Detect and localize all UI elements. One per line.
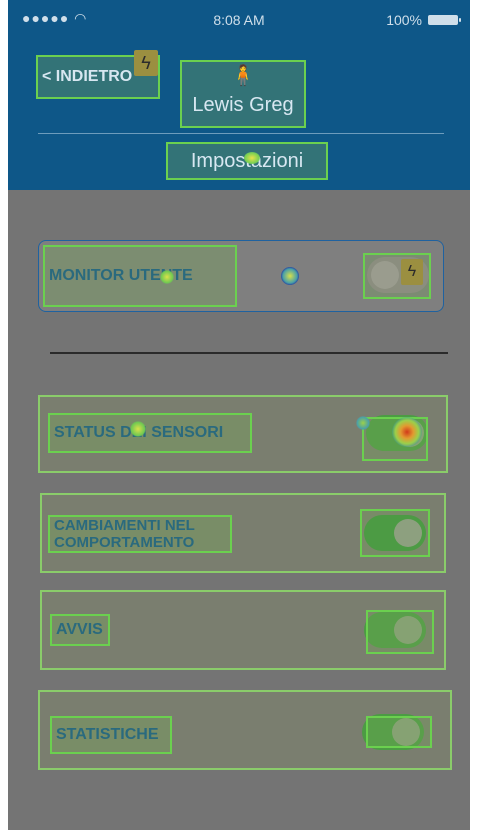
user-name: Lewis Greg — [192, 94, 294, 116]
attention-hotspot — [244, 152, 260, 164]
attention-hotspot — [356, 416, 370, 430]
back-button-label: < INDIETRO — [42, 68, 133, 85]
setting-label: AVVIS — [50, 614, 110, 646]
statistics-toggle-frame — [366, 716, 432, 748]
battery-icon — [428, 15, 461, 25]
setting-label: CAMBIAMENTI NEL COMPORTAMENTO — [48, 515, 232, 553]
attention-hotspot — [392, 417, 422, 447]
toggle-knob — [371, 261, 399, 289]
attention-hotspot — [130, 421, 146, 437]
monitor-card: MONITOR UTENTE ϟ — [38, 240, 444, 312]
setting-label: STATUS DEI SENSORI — [48, 413, 252, 453]
header-divider — [38, 133, 444, 134]
setting-label-text: AVVIS — [56, 621, 103, 638]
bolt-icon: ϟ — [401, 259, 423, 285]
setting-row-statistics: STATISTICHE — [38, 690, 452, 770]
setting-label-text: STATISTICHE — [56, 726, 159, 743]
alerts-toggle-frame — [366, 610, 434, 654]
section-divider — [50, 352, 448, 354]
setting-label-text: CAMBIAMENTI NEL COMPORTAMENTO — [54, 517, 195, 551]
attention-hotspot — [281, 267, 299, 285]
setting-row-behavior-changes: CAMBIAMENTI NEL COMPORTAMENTO — [40, 493, 446, 573]
user-profile[interactable]: 🧍 Lewis Greg — [180, 60, 306, 128]
app-screen: ●●●●● ◠ 8:08 AM 100% < INDIETRO ϟ 🧍 Lewi… — [8, 0, 470, 830]
toggle-knob — [394, 519, 422, 547]
user-icon: 🧍 — [230, 65, 256, 87]
setting-row-sensor-status: STATUS DEI SENSORI — [38, 395, 448, 473]
bolt-icon: ϟ — [134, 50, 158, 76]
battery-indicator: 100% — [386, 12, 461, 28]
attention-hotspot — [160, 270, 174, 284]
setting-row-alerts: AVVIS — [40, 590, 446, 670]
header-bar: ●●●●● ◠ 8:08 AM 100% < INDIETRO ϟ 🧍 Lewi… — [8, 0, 470, 190]
behavior-changes-toggle[interactable] — [364, 515, 426, 551]
monitor-label: MONITOR UTENTE — [43, 245, 237, 307]
setting-label: STATISTICHE — [50, 716, 172, 754]
status-bar: ●●●●● ◠ 8:08 AM 100% — [8, 0, 470, 38]
